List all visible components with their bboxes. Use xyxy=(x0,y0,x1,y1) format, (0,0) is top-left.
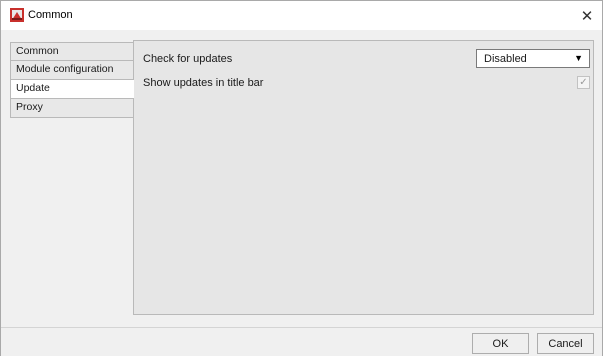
cancel-button[interactable]: Cancel xyxy=(537,333,594,354)
settings-sidebar: Common Module configuration Update Proxy xyxy=(10,42,134,118)
sidebar-item-update[interactable]: Update xyxy=(10,80,134,99)
check-updates-value: Disabled xyxy=(484,52,527,65)
show-updates-checkbox[interactable]: ✓ xyxy=(577,76,590,89)
dialog-footer: OK Cancel xyxy=(1,327,602,356)
app-logo-icon xyxy=(10,8,24,22)
show-updates-label: Show updates in title bar xyxy=(143,77,264,89)
settings-dialog: Common ✕ Common Module configuration Upd… xyxy=(0,0,603,356)
check-updates-dropdown[interactable]: Disabled ▼ xyxy=(476,49,590,68)
update-settings-panel: Check for updates Disabled ▼ Show update… xyxy=(133,40,594,315)
sidebar-item-common[interactable]: Common xyxy=(10,42,134,61)
window-title: Common xyxy=(28,9,73,21)
chevron-down-icon[interactable]: ▼ xyxy=(574,53,583,63)
sidebar-item-proxy[interactable]: Proxy xyxy=(10,99,134,118)
ok-button[interactable]: OK xyxy=(472,333,529,354)
dialog-content: Common Module configuration Update Proxy… xyxy=(1,30,602,327)
close-icon[interactable]: ✕ xyxy=(581,7,594,25)
title-bar: Common ✕ xyxy=(1,1,602,30)
close-button[interactable]: ✕ xyxy=(572,1,602,30)
sidebar-item-module-configuration[interactable]: Module configuration xyxy=(10,61,134,80)
check-updates-label: Check for updates xyxy=(143,53,233,65)
checkmark-icon: ✓ xyxy=(579,76,588,88)
